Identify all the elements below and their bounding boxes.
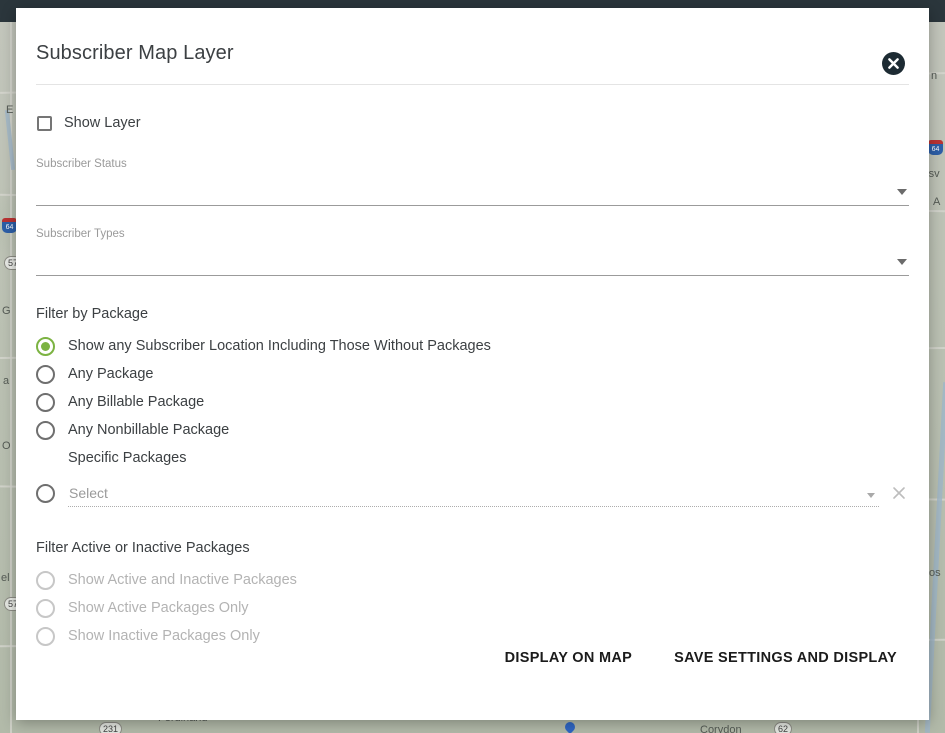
close-circle-icon[interactable] bbox=[882, 52, 905, 75]
specific-packages-label: Specific Packages bbox=[68, 450, 187, 466]
checkbox-box-icon bbox=[37, 115, 52, 131]
subscriber-status-select[interactable]: Subscriber Status bbox=[36, 158, 909, 206]
filter-active-inactive-title: Filter Active or Inactive Packages bbox=[36, 540, 250, 556]
map-place-label: n bbox=[931, 70, 938, 82]
map-place-label: Corydon bbox=[700, 724, 742, 733]
specific-packages-row[interactable]: Select bbox=[36, 476, 909, 510]
radio-button-icon bbox=[36, 392, 55, 412]
radio-show-inactive-packages-only: Show Inactive Packages Only bbox=[36, 622, 260, 650]
subscriber-map-layer-dialog: Subscriber Map Layer Show Layer Subscrib… bbox=[16, 8, 929, 720]
map-place-label: O bbox=[2, 440, 11, 452]
map-place-label: A bbox=[933, 196, 941, 208]
map-place-label: os bbox=[929, 567, 941, 579]
radio-label: Show Active Packages Only bbox=[68, 600, 249, 616]
map-interstate-shield: 64 bbox=[928, 140, 943, 155]
dialog-header: Subscriber Map Layer bbox=[16, 8, 929, 85]
radio-label: Any Package bbox=[68, 366, 154, 382]
map-interstate-shield: 64 bbox=[2, 218, 17, 233]
subscriber-types-select[interactable]: Subscriber Types bbox=[36, 228, 909, 276]
radio-button-icon bbox=[36, 420, 55, 440]
radio-show-active-and-inactive-packages: Show Active and Inactive Packages bbox=[36, 566, 297, 594]
specific-packages-select[interactable]: Select bbox=[68, 480, 879, 507]
map-route-shield: 231 bbox=[99, 722, 123, 733]
subscriber-status-label: Subscriber Status bbox=[36, 158, 127, 170]
radio-button-icon bbox=[36, 626, 55, 646]
radio-label: Any Nonbillable Package bbox=[68, 422, 230, 438]
page-title: Subscriber Map Layer bbox=[36, 42, 234, 64]
save-settings-and-display-button[interactable]: SAVE SETTINGS AND DISPLAY bbox=[662, 640, 909, 676]
clear-x-svg bbox=[893, 487, 905, 499]
filter-by-package-title: Filter by Package bbox=[36, 306, 149, 322]
map-route-shield: 62 bbox=[774, 722, 793, 733]
radio-label: Show Active and Inactive Packages bbox=[68, 572, 297, 588]
dialog-body: Show Layer Subscriber Status Subscriber … bbox=[16, 84, 929, 720]
map-place-label: a bbox=[3, 375, 10, 387]
radio-button-icon bbox=[36, 364, 55, 384]
radio-show-active-packages-only: Show Active Packages Only bbox=[36, 594, 249, 622]
chevron-down-icon[interactable] bbox=[867, 492, 875, 498]
radio-any-nonbillable-package[interactable]: Any Nonbillable Package bbox=[36, 416, 229, 444]
map-marker[interactable] bbox=[562, 719, 578, 733]
display-on-map-button[interactable]: DISPLAY ON MAP bbox=[493, 640, 644, 676]
radio-any-package[interactable]: Any Package bbox=[36, 360, 153, 388]
clear-x-icon[interactable] bbox=[889, 483, 909, 503]
radio-dot-icon bbox=[41, 341, 50, 351]
radio-button-icon bbox=[36, 336, 55, 356]
map-place-label: E bbox=[6, 104, 14, 116]
specific-packages-placeholder: Select bbox=[69, 484, 108, 501]
chevron-down-icon[interactable] bbox=[897, 189, 907, 195]
map-place-label: G bbox=[2, 305, 11, 317]
radio-label: Show any Subscriber Location Including T… bbox=[68, 338, 491, 354]
radio-button-icon bbox=[36, 570, 55, 590]
chevron-down-icon[interactable] bbox=[897, 259, 907, 265]
radio-any-billable-package[interactable]: Any Billable Package bbox=[36, 388, 204, 416]
close-icon-svg bbox=[882, 52, 905, 75]
radio-label: Show Inactive Packages Only bbox=[68, 628, 260, 644]
radio-show-any-subscriber-location[interactable]: Show any Subscriber Location Including T… bbox=[36, 332, 491, 360]
show-layer-checkbox[interactable]: Show Layer bbox=[37, 110, 141, 136]
map-place-label: el bbox=[1, 572, 10, 584]
radio-button-icon bbox=[36, 598, 55, 618]
dialog-footer: DISPLAY ON MAP SAVE SETTINGS AND DISPLAY bbox=[493, 640, 909, 676]
subscriber-types-label: Subscriber Types bbox=[36, 228, 125, 240]
radio-specific-packages-icon[interactable] bbox=[36, 483, 55, 503]
radio-label: Any Billable Package bbox=[68, 394, 205, 410]
show-layer-label: Show Layer bbox=[64, 115, 141, 131]
